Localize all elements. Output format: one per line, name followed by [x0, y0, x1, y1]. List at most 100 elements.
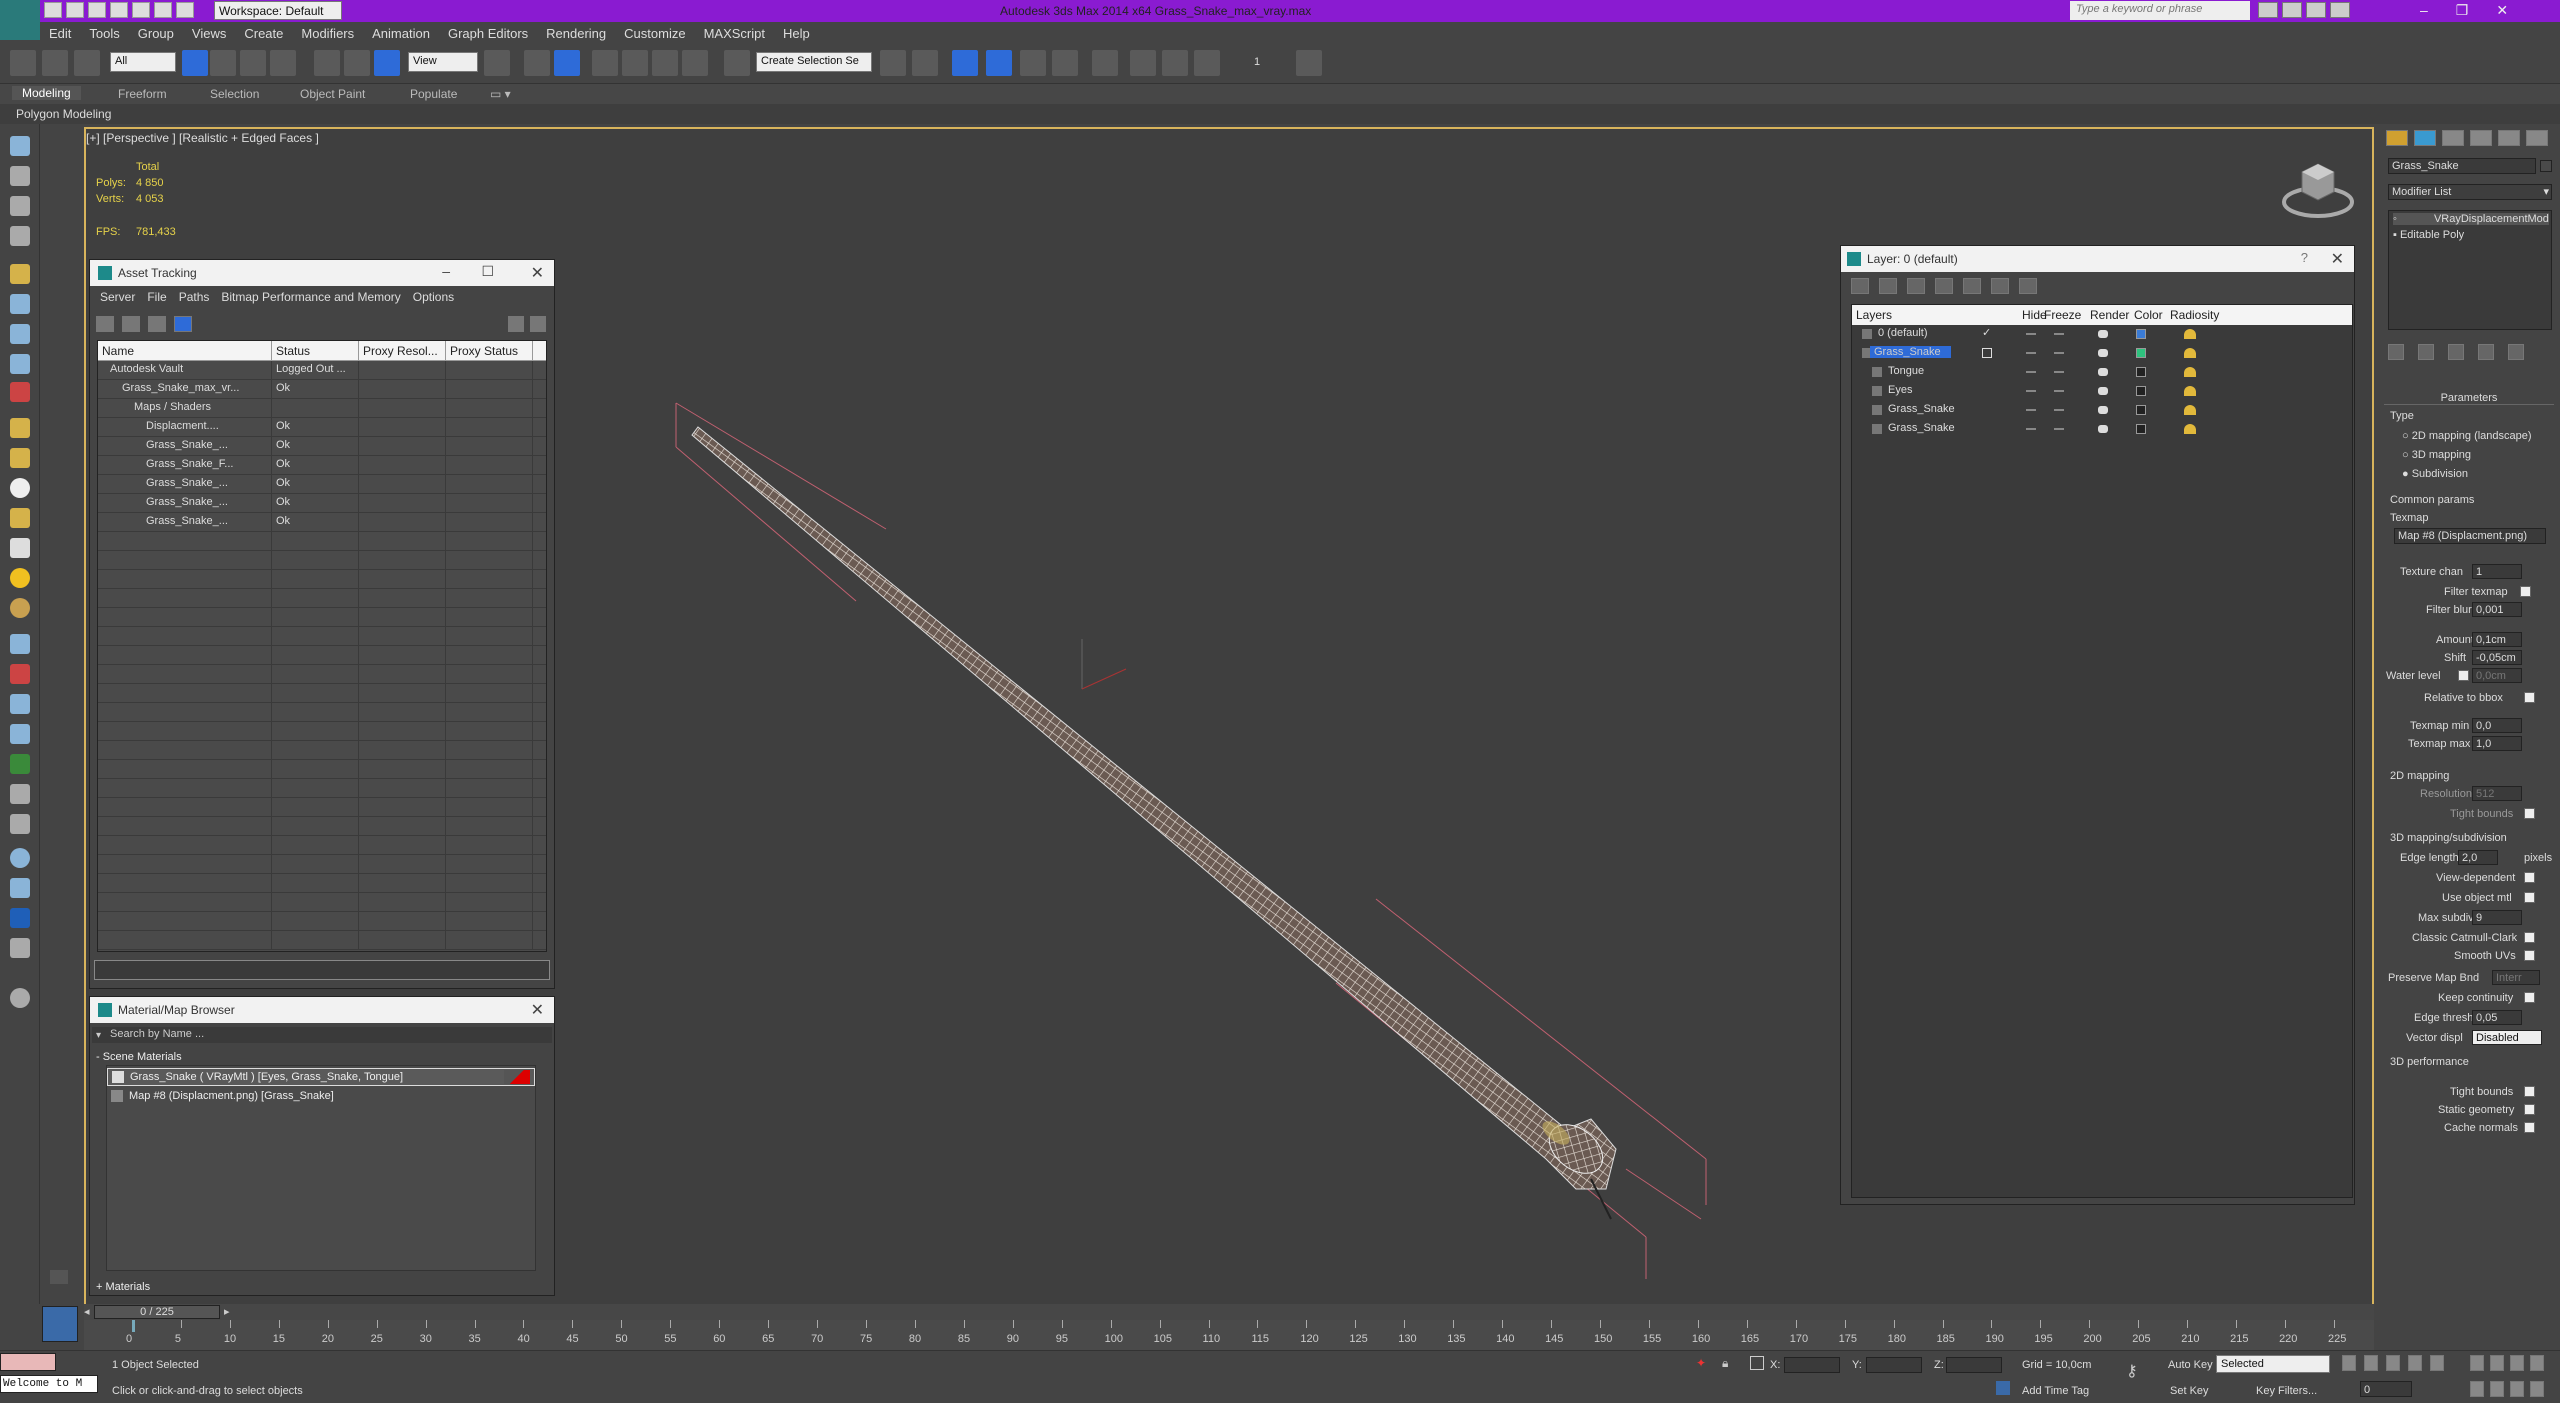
render-iterative-icon[interactable]	[1296, 50, 1322, 76]
align-icon[interactable]	[912, 50, 938, 76]
hold-icon[interactable]	[154, 2, 172, 18]
add-time-tag[interactable]: Add Time Tag	[2022, 1385, 2089, 1397]
configure-sets-icon[interactable]	[2508, 344, 2524, 360]
filter-blur-spinner[interactable]: 0,001	[2472, 602, 2522, 617]
table-row[interactable]: Grass_Snake_... Ok	[98, 494, 546, 513]
tab-selection[interactable]: Selection	[210, 87, 259, 101]
col-layers[interactable]: Layers	[1856, 308, 1892, 322]
list-icon-3[interactable]	[10, 226, 30, 246]
tool-icon-e[interactable]	[10, 754, 30, 774]
minimize-icon[interactable]: –	[442, 263, 450, 279]
stack-item-vraydisp[interactable]: ◦ VRayDisplacementMod	[2393, 213, 2549, 225]
minimize-icon[interactable]: –	[2420, 2, 2428, 19]
menu-triangle-icon[interactable]: ▾	[96, 1030, 101, 1041]
pin-stack-icon[interactable]	[2388, 344, 2404, 360]
tool-icon-c[interactable]	[10, 694, 30, 714]
menu-animation[interactable]: Animation	[363, 22, 439, 44]
hide-toggle[interactable]	[2026, 428, 2036, 430]
asset-path-field[interactable]	[94, 960, 550, 980]
layer-color-swatch[interactable]	[2136, 367, 2146, 377]
camera-icon[interactable]	[10, 294, 30, 314]
radiosity-icon[interactable]	[2184, 386, 2196, 396]
menu-views[interactable]: Views	[183, 22, 235, 44]
layer-row[interactable]: Grass_Snake	[1852, 420, 2222, 439]
refresh-icon[interactable]	[96, 316, 114, 332]
box-icon[interactable]	[10, 418, 30, 438]
col-proxy-status[interactable]: Proxy Status	[446, 341, 533, 360]
new-icon[interactable]	[44, 2, 62, 18]
maxscript-toggle-icon[interactable]	[50, 1270, 68, 1284]
select-highlight-icon[interactable]	[1935, 278, 1953, 294]
viewport-label[interactable]: [+] [Perspective ] [Realistic + Edged Fa…	[86, 131, 319, 145]
link-icon[interactable]	[10, 50, 36, 76]
texmap-max-spinner[interactable]: 1,0	[2472, 736, 2522, 751]
freeze-toggle[interactable]	[2054, 371, 2064, 373]
table-row[interactable]: Grass_Snake_... Ok	[98, 513, 546, 532]
tab-object-paint[interactable]: Object Paint	[300, 87, 365, 101]
static-geometry-checkbox[interactable]	[2524, 1104, 2535, 1115]
table-row[interactable]: Grass_Snake_max_vr... Ok	[98, 380, 546, 399]
layer-color-swatch[interactable]	[2136, 386, 2146, 396]
tool-icon-i[interactable]	[10, 878, 30, 898]
create-panel-icon[interactable]	[10, 136, 30, 156]
edge-length-spinner[interactable]: 2,0	[2458, 850, 2498, 865]
freeze-all-icon[interactable]	[2019, 278, 2037, 294]
show-end-result-icon[interactable]	[2418, 344, 2434, 360]
tool-icon-f[interactable]	[10, 784, 30, 804]
asset-menu-bitmap[interactable]: Bitmap Performance and Memory	[215, 290, 406, 304]
col-radiosity[interactable]: Radiosity	[2170, 308, 2219, 322]
goto-end-icon[interactable]	[2430, 1355, 2444, 1371]
menu-create[interactable]: Create	[235, 22, 292, 44]
hide-toggle[interactable]	[2026, 390, 2036, 392]
pan-icon[interactable]	[2490, 1381, 2504, 1397]
zoom-extents-all-icon[interactable]	[2530, 1355, 2544, 1371]
water-level-spinner[interactable]: 0,0cm	[2472, 668, 2522, 683]
object-name-field[interactable]: Grass_Snake	[2388, 158, 2536, 174]
create-layer-icon[interactable]	[1851, 278, 1869, 294]
use-object-mtl-checkbox[interactable]	[2524, 892, 2535, 903]
layer-manager-icon[interactable]	[952, 50, 978, 76]
list-view-icon[interactable]	[122, 316, 140, 332]
ribbon-toggle-icon[interactable]	[986, 50, 1012, 76]
dome-icon[interactable]	[10, 598, 30, 618]
col-name[interactable]: Name	[98, 341, 272, 360]
circle-icon[interactable]	[10, 478, 30, 498]
delete-layer-icon[interactable]	[1879, 278, 1897, 294]
material-search-input[interactable]: Search by Name ...	[92, 1027, 552, 1043]
schematic-view-icon[interactable]	[1052, 50, 1078, 76]
material-item-grass-snake[interactable]: Grass_Snake ( VRayMtl ) [Eyes, Grass_Sna…	[107, 1068, 535, 1086]
col-hide[interactable]: Hide	[2022, 308, 2047, 322]
menu-edit[interactable]: Edit	[40, 22, 80, 44]
time-slider-thumb[interactable]: 0 / 225	[94, 1305, 220, 1319]
vector-displ-dropdown[interactable]: Disabled	[2472, 1030, 2542, 1045]
texture-chan-spinner[interactable]: 1	[2472, 564, 2522, 579]
next-key-icon[interactable]	[2408, 1355, 2422, 1371]
polygon-modeling-label[interactable]: Polygon Modeling	[16, 107, 111, 121]
pivot-center-icon[interactable]	[484, 50, 510, 76]
prev-key-icon[interactable]	[2364, 1355, 2378, 1371]
asset-menu-paths[interactable]: Paths	[173, 290, 216, 304]
col-color[interactable]: Color	[2134, 308, 2163, 322]
next-frame-icon[interactable]: ▸	[224, 1305, 230, 1318]
bind-spacewarp-icon[interactable]	[74, 50, 100, 76]
angle-snap-icon[interactable]	[622, 50, 648, 76]
scale-icon[interactable]	[374, 50, 400, 76]
radio-2d-mapping[interactable]: ○ 2D mapping (landscape)	[2402, 430, 2532, 442]
active-layer-check-icon[interactable]: ✓	[1982, 326, 1991, 339]
modify-tab-icon[interactable]	[2414, 130, 2436, 146]
select-manipulate-icon[interactable]	[524, 50, 550, 76]
radiosity-icon[interactable]	[2184, 348, 2196, 358]
render-teapot-icon[interactable]	[2098, 425, 2108, 433]
relative-bbox-checkbox[interactable]	[2524, 692, 2535, 703]
object-color-swatch[interactable]	[2540, 160, 2552, 172]
classic-catmull-checkbox[interactable]	[2524, 932, 2535, 943]
tab-freeform[interactable]: Freeform	[118, 87, 167, 101]
display-tab-icon[interactable]	[2498, 130, 2520, 146]
close-icon[interactable]: ✕	[531, 1000, 544, 1020]
water-level-checkbox[interactable]	[2458, 670, 2469, 681]
tab-populate[interactable]: Populate	[410, 87, 457, 101]
select-object-icon[interactable]	[182, 50, 208, 76]
layer-color-swatch[interactable]	[2136, 348, 2146, 358]
track-bar[interactable]: 0 5 10 15 20 25 30 35 40 45 50 55 60 65 70 75 80 85 90 95 10…	[84, 1320, 2374, 1350]
star-icon[interactable]	[2306, 2, 2326, 18]
